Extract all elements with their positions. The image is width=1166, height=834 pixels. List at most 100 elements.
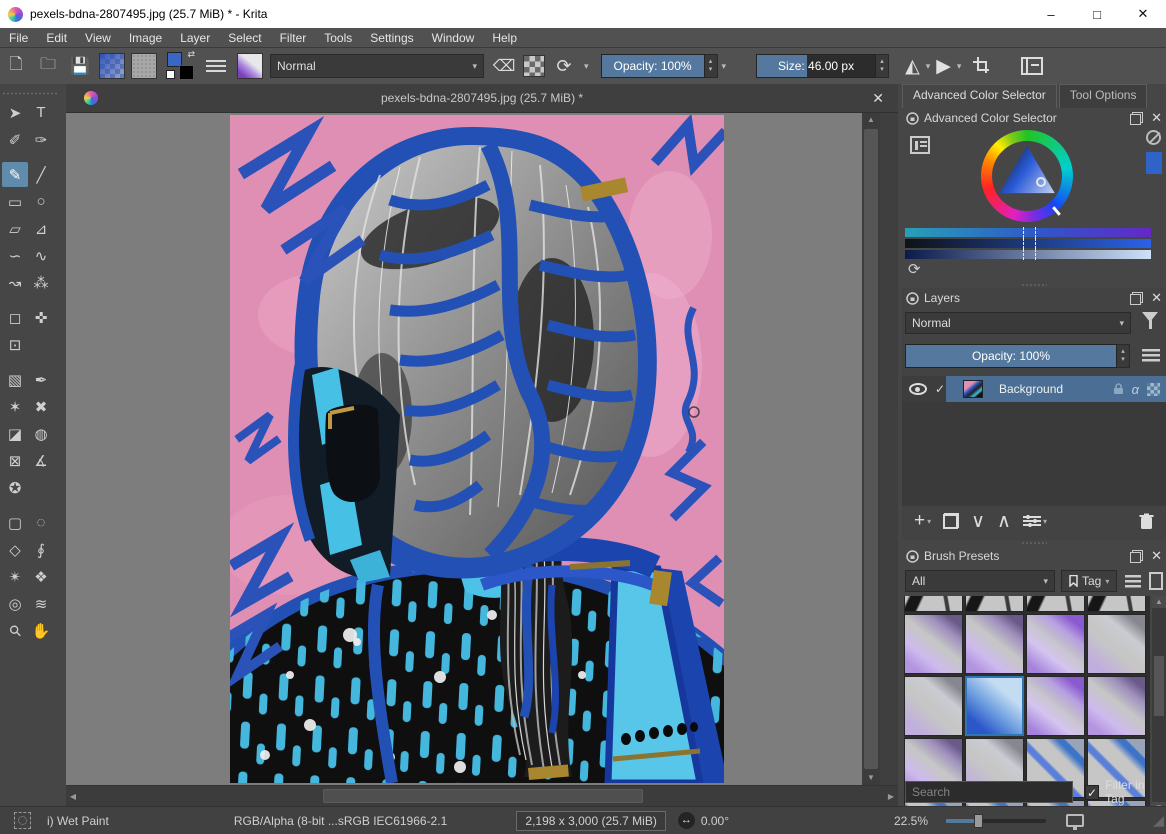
default-colors-icon[interactable] bbox=[166, 70, 175, 79]
brush-settings-button[interactable] bbox=[206, 58, 228, 74]
trim-to-image-button[interactable] bbox=[973, 57, 991, 75]
gradient-chooser[interactable] bbox=[99, 53, 125, 79]
hue-bar[interactable] bbox=[905, 228, 1151, 237]
scroll-right-icon[interactable]: ▶ bbox=[884, 786, 898, 806]
polygon-tool[interactable]: ▱ bbox=[2, 216, 28, 241]
gradient-tool[interactable]: ▧ bbox=[2, 367, 28, 392]
close-docker-icon[interactable]: ✕ bbox=[1151, 290, 1162, 306]
color-sampler-tool[interactable]: ✒ bbox=[28, 367, 54, 392]
pattern-edit-tool[interactable]: ✶ bbox=[2, 394, 28, 419]
polyline-tool[interactable]: ⊿ bbox=[28, 216, 54, 241]
save-button[interactable]: 💾 bbox=[69, 55, 91, 77]
smart-patch-tool[interactable]: ✖ bbox=[28, 394, 54, 419]
brush-preset-thumbnail[interactable] bbox=[965, 676, 1024, 736]
close-docker-icon[interactable]: ✕ bbox=[1151, 110, 1162, 126]
brush-preset-thumbnail[interactable] bbox=[1026, 676, 1085, 736]
layer-opacity-slider[interactable]: Opacity: 100% bbox=[905, 344, 1117, 368]
move-layer-up-button[interactable]: ∧ bbox=[997, 510, 1011, 533]
rectangle-tool[interactable]: ▭ bbox=[2, 189, 28, 214]
brush-preset-thumbnail[interactable] bbox=[965, 614, 1024, 674]
brush-preset-chooser[interactable] bbox=[237, 53, 263, 79]
menu-item[interactable]: File bbox=[0, 28, 37, 48]
lock-icon[interactable] bbox=[906, 112, 919, 125]
workspace-chooser-button[interactable] bbox=[1021, 57, 1043, 75]
move-layer-down-button[interactable]: ∨ bbox=[971, 510, 985, 533]
measure-tool[interactable]: ∡ bbox=[28, 448, 54, 473]
brush-preset-thumbnail[interactable] bbox=[904, 614, 963, 674]
foreground-background-colors[interactable]: ⇄ bbox=[166, 52, 194, 80]
saturation-value-triangle[interactable] bbox=[994, 143, 1060, 209]
maximize-button[interactable]: □ bbox=[1074, 0, 1120, 28]
brush-preset-thumbnail[interactable] bbox=[965, 596, 1024, 612]
scroll-left-icon[interactable]: ◀ bbox=[66, 786, 80, 806]
magnetic-select-tool[interactable]: ≋ bbox=[28, 591, 54, 616]
canvas-vertical-scrollbar[interactable]: ▲ ▼ bbox=[862, 113, 880, 785]
polygon-select-tool[interactable]: ◇ bbox=[2, 537, 28, 562]
lock-icon[interactable] bbox=[906, 292, 919, 305]
layer-opacity-spinner[interactable]: ▴ ▾ bbox=[1117, 344, 1130, 368]
menu-item[interactable]: Settings bbox=[361, 28, 422, 48]
eraser-mode-button[interactable]: ⌫ bbox=[493, 55, 515, 77]
image-dimensions[interactable]: 2,198 x 3,000 (25.7 MiB) bbox=[516, 811, 665, 831]
layer-alpha-inherit-icon[interactable] bbox=[1147, 383, 1160, 396]
hscroll-thumb[interactable] bbox=[323, 789, 643, 803]
move-tool[interactable]: ✜ bbox=[28, 305, 54, 330]
spin-up-icon[interactable]: ▴ bbox=[880, 58, 884, 66]
tag-button[interactable]: Tag ▾ bbox=[1061, 570, 1117, 592]
refresh-icon[interactable]: ⟳ bbox=[908, 260, 921, 278]
tab-advanced-color-selector[interactable]: Advanced Color Selector bbox=[902, 84, 1057, 108]
layer-filter-icon[interactable] bbox=[1142, 312, 1158, 330]
layer-thumbnail[interactable] bbox=[963, 380, 983, 398]
mirror-vertical-button[interactable]: ▶ bbox=[936, 55, 951, 78]
reload-preset-button[interactable]: ⟳ bbox=[553, 55, 575, 77]
layer-row-background[interactable]: ✓ Background α bbox=[902, 376, 1166, 402]
scroll-up-icon[interactable]: ▲ bbox=[1152, 596, 1166, 608]
pan-tool[interactable]: ✋ bbox=[28, 618, 54, 643]
display-mode-icon[interactable] bbox=[1149, 572, 1163, 590]
menu-item[interactable]: Filter bbox=[271, 28, 316, 48]
canvas-rotation-value[interactable]: 0.00° bbox=[701, 814, 729, 828]
color-selector-settings-button[interactable] bbox=[910, 136, 930, 154]
brush-preset-thumbnail[interactable] bbox=[904, 596, 963, 612]
layer-properties-button[interactable]: ▾ bbox=[1023, 515, 1047, 527]
freehand-select-tool[interactable]: ∮ bbox=[28, 537, 54, 562]
layer-checked-icon[interactable]: ✓ bbox=[935, 382, 949, 396]
zoom-slider-handle[interactable] bbox=[974, 814, 983, 828]
delete-layer-button[interactable] bbox=[1139, 513, 1154, 530]
float-docker-icon[interactable] bbox=[1130, 112, 1143, 125]
freehand-brush-tool[interactable]: ✎ bbox=[2, 162, 28, 187]
enclose-fill-tool[interactable]: ◍ bbox=[28, 421, 54, 446]
dynamic-brush-tool[interactable]: ↝ bbox=[2, 270, 28, 295]
close-docker-icon[interactable]: ✕ bbox=[1151, 548, 1162, 564]
filter-in-tag-checkbox[interactable]: ✓ bbox=[1085, 785, 1099, 800]
menu-item[interactable]: Help bbox=[483, 28, 526, 48]
brush-preset-thumbnail[interactable] bbox=[1087, 596, 1146, 612]
edit-shapes-tool[interactable]: ✐ bbox=[2, 127, 28, 152]
ellipse-tool[interactable]: ○ bbox=[28, 189, 54, 214]
float-docker-icon[interactable] bbox=[1130, 550, 1143, 563]
fill-tool[interactable]: ◪ bbox=[2, 421, 28, 446]
opacity-spinner[interactable]: ▴ ▾ bbox=[705, 54, 718, 78]
lock-icon[interactable] bbox=[906, 550, 919, 563]
transform-tool[interactable]: ◻ bbox=[2, 305, 28, 330]
canvas-area[interactable]: ▲ ▼ bbox=[66, 113, 880, 785]
ellipse-select-tool[interactable]: ◌ bbox=[28, 510, 54, 535]
open-document-button[interactable]: 🗀 bbox=[37, 55, 59, 77]
brush-preset-thumbnail[interactable] bbox=[1026, 614, 1085, 674]
scroll-down-icon[interactable]: ▼ bbox=[862, 771, 880, 785]
multibrush-tool[interactable]: ⁂ bbox=[28, 270, 54, 295]
value-bar[interactable] bbox=[905, 250, 1151, 259]
chevron-down-icon[interactable]: ▾ bbox=[722, 61, 727, 72]
zoom-slider[interactable] bbox=[946, 819, 1046, 823]
bezier-select-tool[interactable]: ❖ bbox=[28, 564, 54, 589]
layer-blending-mode-select[interactable]: Normal ▾ bbox=[905, 312, 1131, 334]
add-layer-button[interactable]: +▾ bbox=[914, 510, 931, 532]
scroll-up-icon[interactable]: ▲ bbox=[862, 113, 880, 127]
preserve-alpha-button[interactable] bbox=[523, 55, 545, 77]
layer-menu-icon[interactable] bbox=[1142, 348, 1160, 362]
presets-scroll-thumb[interactable] bbox=[1154, 656, 1164, 716]
canvas-rotation-icon[interactable]: ↔ bbox=[678, 812, 695, 829]
spin-down-icon[interactable]: ▾ bbox=[1121, 356, 1125, 364]
new-document-button[interactable]: 🗋 bbox=[5, 55, 27, 77]
zoom-level-value[interactable]: 22.5% bbox=[894, 814, 928, 828]
